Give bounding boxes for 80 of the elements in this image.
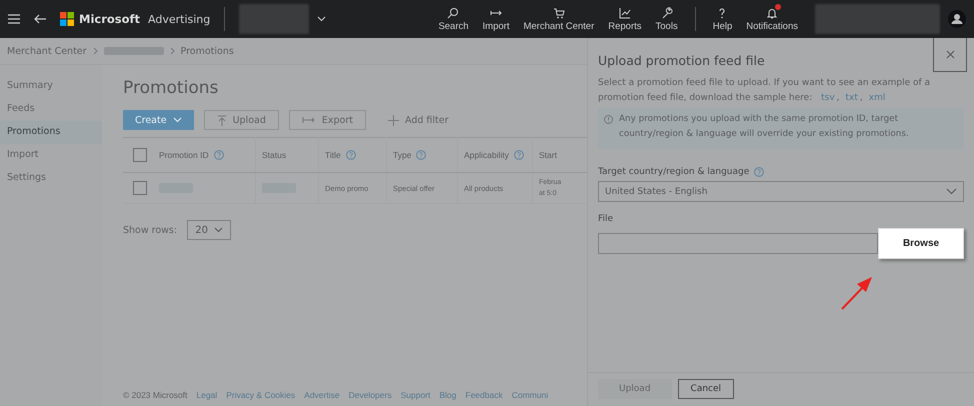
copyright: © 2023 Microsoft xyxy=(123,390,188,400)
sidebar-item[interactable]: Summary xyxy=(0,75,102,98)
footer-link[interactable]: Feedback xyxy=(465,390,503,400)
back-arrow-icon[interactable] xyxy=(34,14,46,24)
create-button[interactable]: Create xyxy=(123,110,194,130)
footer-link[interactable]: Legal xyxy=(196,390,218,400)
annotation-arrow xyxy=(841,276,873,310)
help-icon[interactable] xyxy=(214,150,224,160)
add-filter-button[interactable]: Add filter xyxy=(376,110,460,130)
nav-button[interactable]: Reports xyxy=(605,6,645,32)
help-icon[interactable] xyxy=(514,150,524,160)
footer-link[interactable]: Advertise xyxy=(304,390,340,400)
help-icon[interactable] xyxy=(346,150,356,160)
cart-icon xyxy=(552,6,565,18)
close-button[interactable] xyxy=(933,38,967,72)
wrench-icon xyxy=(660,6,673,18)
breadcrumb-current: Promotions xyxy=(180,46,234,56)
nav-button[interactable]: Tools xyxy=(652,6,681,32)
search-icon xyxy=(447,6,460,18)
logo-icon xyxy=(60,12,74,26)
plus-icon xyxy=(388,114,399,126)
browse-button[interactable]: Browse xyxy=(878,228,964,259)
product-name: Advertising xyxy=(148,12,210,26)
nav-button[interactable]: Help xyxy=(710,6,736,32)
export-button[interactable]: Export xyxy=(288,110,366,130)
target-dropdown[interactable]: United States - English xyxy=(598,181,964,202)
notice-text: Any promotions you upload with the same promotion ID, target country/region & language will override your existing promotions. xyxy=(619,113,910,141)
close-icon xyxy=(946,50,954,59)
sample-link[interactable]: txt xyxy=(846,93,858,103)
column-header[interactable]: Applicability xyxy=(464,150,509,160)
sidebar-item[interactable]: Import xyxy=(0,144,102,167)
export-icon xyxy=(302,116,316,124)
page-title: Promotions xyxy=(123,78,220,98)
checkbox[interactable] xyxy=(133,148,147,162)
show-rows-label: Show rows: xyxy=(123,224,178,236)
panel-title: Upload promotion feed file xyxy=(598,53,765,68)
nav-button[interactable]: Search xyxy=(435,6,472,32)
field-label: File xyxy=(598,214,614,224)
footer-link[interactable]: Support xyxy=(400,390,430,400)
sidebar-item[interactable]: Feeds xyxy=(0,98,102,121)
sample-link[interactable]: xml xyxy=(868,93,886,103)
info-icon xyxy=(604,115,613,124)
sample-link[interactable]: tsv xyxy=(821,93,835,103)
footer-link[interactable]: Communi xyxy=(512,390,548,400)
brand-name: Microsoft xyxy=(79,12,140,26)
sidebar-item[interactable]: Promotions xyxy=(0,121,102,144)
footer-link[interactable]: Blog xyxy=(439,390,456,400)
menu-icon[interactable] xyxy=(8,14,20,24)
column-header[interactable]: Promotion ID xyxy=(159,150,209,160)
column-header[interactable]: Status xyxy=(262,150,286,160)
chevron-down-icon xyxy=(172,117,182,123)
chevron-down-icon xyxy=(946,188,957,195)
file-input-field[interactable] xyxy=(598,233,878,254)
breadcrumb-link[interactable]: Merchant Center xyxy=(7,46,87,56)
footer-link[interactable]: Privacy & Cookies xyxy=(226,390,296,400)
panel-button[interactable]: Cancel xyxy=(678,379,734,399)
help-icon[interactable] xyxy=(754,167,764,177)
upload-icon xyxy=(216,114,227,126)
chevron-down-icon[interactable] xyxy=(317,16,326,22)
chevron-right-icon xyxy=(92,47,98,55)
help-icon[interactable] xyxy=(416,150,426,160)
chevron-down-icon xyxy=(214,227,223,233)
column-header[interactable]: Title xyxy=(325,150,341,160)
column-header[interactable]: Start xyxy=(539,150,557,160)
checkbox[interactable] xyxy=(133,181,147,195)
column-header[interactable]: Type xyxy=(393,150,412,160)
bell-icon xyxy=(766,6,778,18)
avatar-icon[interactable] xyxy=(948,10,966,28)
upload-button[interactable]: Upload xyxy=(204,110,279,130)
redacted-account xyxy=(239,4,310,34)
nav-button[interactable]: Merchant Center xyxy=(520,6,598,32)
intro-text: Select a promotion feed file to upload. If you want to see an example of a promotion feed file, download the sample here: tsv , txt , xml xyxy=(598,77,932,105)
sidebar-item[interactable]: Settings xyxy=(0,167,102,190)
field-label: Target country/region & language xyxy=(598,167,750,177)
footer-link[interactable]: Developers xyxy=(348,390,392,400)
chevron-right-icon xyxy=(170,47,175,55)
chart-icon xyxy=(618,6,631,18)
rows-dropdown[interactable]: 20 xyxy=(187,220,232,240)
nav-button[interactable]: Notifications xyxy=(743,6,801,32)
nav-button[interactable]: Import xyxy=(480,6,512,32)
